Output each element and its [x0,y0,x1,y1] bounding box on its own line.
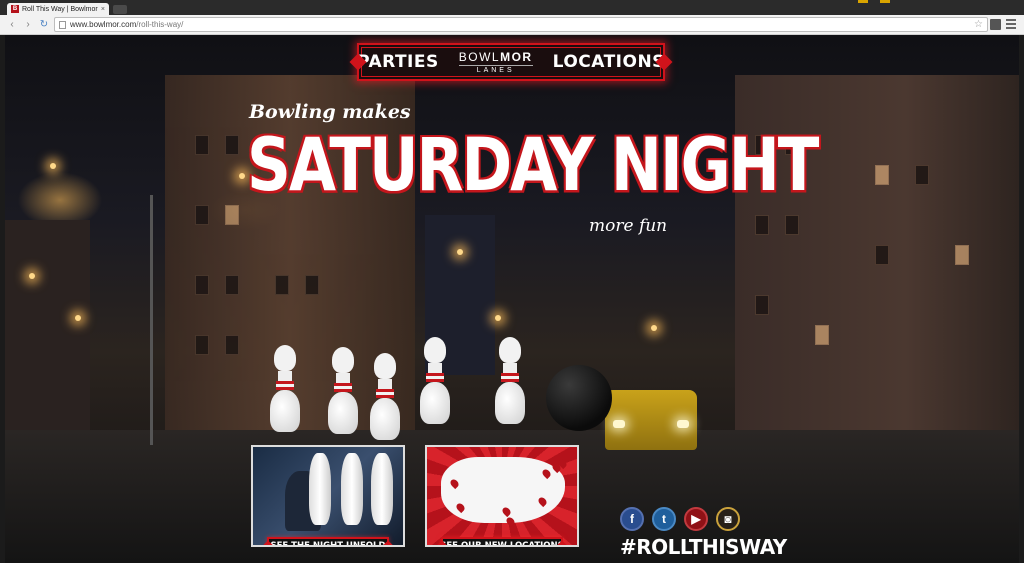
street-light [50,163,56,169]
page-icon [59,20,66,29]
background-building [5,220,90,430]
facebook-icon[interactable]: f [620,507,644,531]
lamp-post [150,195,153,445]
video-thumbnail-pin [371,453,393,525]
taxi [605,390,697,450]
back-icon[interactable]: ‹ [6,19,18,31]
night-video-label[interactable]: SEE THE NIGHT UNFOLD [267,537,389,545]
hero-headline: SATURDAY NIGHT [247,123,819,209]
twitter-icon[interactable]: t [652,507,676,531]
star-icon[interactable]: ☆ [974,19,983,30]
street-light [75,315,81,321]
main-nav: PARTIES BOWLMOR LANES LOCATIONS [357,43,665,81]
social-links: f t ▶ ◙ [620,507,740,531]
street-light [457,249,463,255]
browser-tab[interactable]: B Roll This Way | Bowlmor × [7,3,109,15]
browser-toolbar: ‹ › ↻ www.bowlmor.com /roll-this-way/ ☆ [0,15,1024,35]
street-light [651,325,657,331]
menu-icon[interactable] [1006,19,1016,29]
tab-close-button[interactable]: × [101,6,105,13]
logo-brand-b: MOR [500,50,533,64]
bowling-pin [270,345,300,432]
bowling-pin [328,347,358,434]
tab-title: Roll This Way | Bowlmor [22,5,98,13]
bowling-pin [420,337,450,424]
logo-subtitle: LANES [458,65,533,74]
nav-locations-link[interactable]: LOCATIONS [543,52,675,72]
window-indicator [880,0,890,3]
hero-tagline-bottom: more fun [589,216,668,236]
bowling-ball [546,365,612,431]
locations-map-tile[interactable]: SEE OUR NEW LOCATIONS [425,445,579,547]
youtube-icon[interactable]: ▶ [684,507,708,531]
street-light [239,173,245,179]
instagram-icon[interactable]: ◙ [716,507,740,531]
tab-strip: B Roll This Way | Bowlmor × [0,0,1024,15]
street-light [29,273,35,279]
locations-map-label[interactable]: SEE OUR NEW LOCATIONS [440,537,564,545]
hero-tagline-top: Bowling makes [249,101,411,123]
nav-parties-link[interactable]: PARTIES [347,52,449,72]
forward-icon[interactable]: › [22,19,34,31]
night-video-tile[interactable]: SEE THE NIGHT UNFOLD [251,445,405,547]
street-light [495,315,501,321]
favicon-icon: B [11,5,19,13]
bowlmor-logo[interactable]: BOWLMOR LANES [449,50,543,74]
logo-brand-a: BOWL [458,50,501,64]
bowling-pin [370,353,400,440]
reload-icon[interactable]: ↻ [38,19,50,31]
web-page: PARTIES BOWLMOR LANES LOCATIONS Bowling … [5,35,1019,563]
hashtag[interactable]: #ROLLTHISWAY [620,535,787,559]
url-path: /roll-this-way/ [136,20,184,29]
url-host: www.bowlmor.com [70,20,137,29]
new-tab-button[interactable] [113,5,127,14]
address-bar[interactable]: www.bowlmor.com /roll-this-way/ ☆ [54,17,988,32]
window-indicator [858,0,868,3]
extension-icon[interactable] [990,19,1001,30]
video-thumbnail-pin [341,453,363,525]
video-thumbnail-pin [309,453,331,525]
bowling-pin [495,337,525,424]
